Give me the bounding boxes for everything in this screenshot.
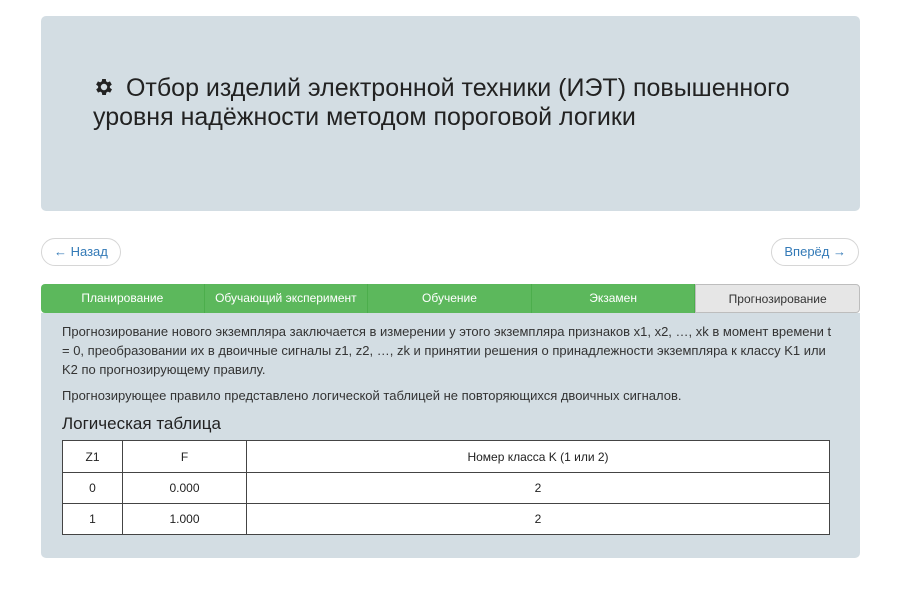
page-header: Отбор изделий электронной техники (ИЭТ) … [41,16,860,211]
tab-training[interactable]: Обучение [368,284,532,313]
tab-exam[interactable]: Экзамен [531,284,696,313]
cell-f: 0.000 [122,472,247,504]
step-tabs: Планирование Обучающий эксперимент Обуче… [41,284,860,313]
table-row: 1 1.000 2 [62,503,830,535]
gear-icon [96,79,112,95]
column-header-z1: Z1 [62,440,123,473]
column-header-f: F [122,440,247,473]
back-button[interactable]: ← Назад [41,238,121,266]
tab-training-experiment[interactable]: Обучающий эксперимент [204,284,369,313]
cell-class: 2 [246,472,830,504]
cell-class: 2 [246,503,830,535]
next-button[interactable]: Вперёд → [771,238,859,266]
tab-planning[interactable]: Планирование [41,284,205,313]
content-panel: Прогнозирование нового экземпляра заключ… [41,313,860,558]
table-title: Логическая таблица [62,414,221,433]
logic-table: Z1 F Номер класса K (1 или 2) 0 0.000 2 … [62,440,830,535]
intro-paragraph: Прогнозирование нового экземпляра заключ… [62,324,832,377]
tab-forecasting[interactable]: Прогнозирование [695,284,860,313]
cell-z1: 0 [62,472,123,504]
cell-f: 1.000 [122,503,247,535]
table-header-row: Z1 F Номер класса K (1 или 2) [62,440,830,473]
rule-paragraph: Прогнозирующее правило представлено логи… [62,388,682,403]
page-title: Отбор изделий электронной техники (ИЭТ) … [93,74,808,132]
page-title-text: Отбор изделий электронной техники (ИЭТ) … [93,74,790,131]
cell-z1: 1 [62,503,123,535]
column-header-class: Номер класса K (1 или 2) [246,440,830,473]
table-row: 0 0.000 2 [62,472,830,504]
